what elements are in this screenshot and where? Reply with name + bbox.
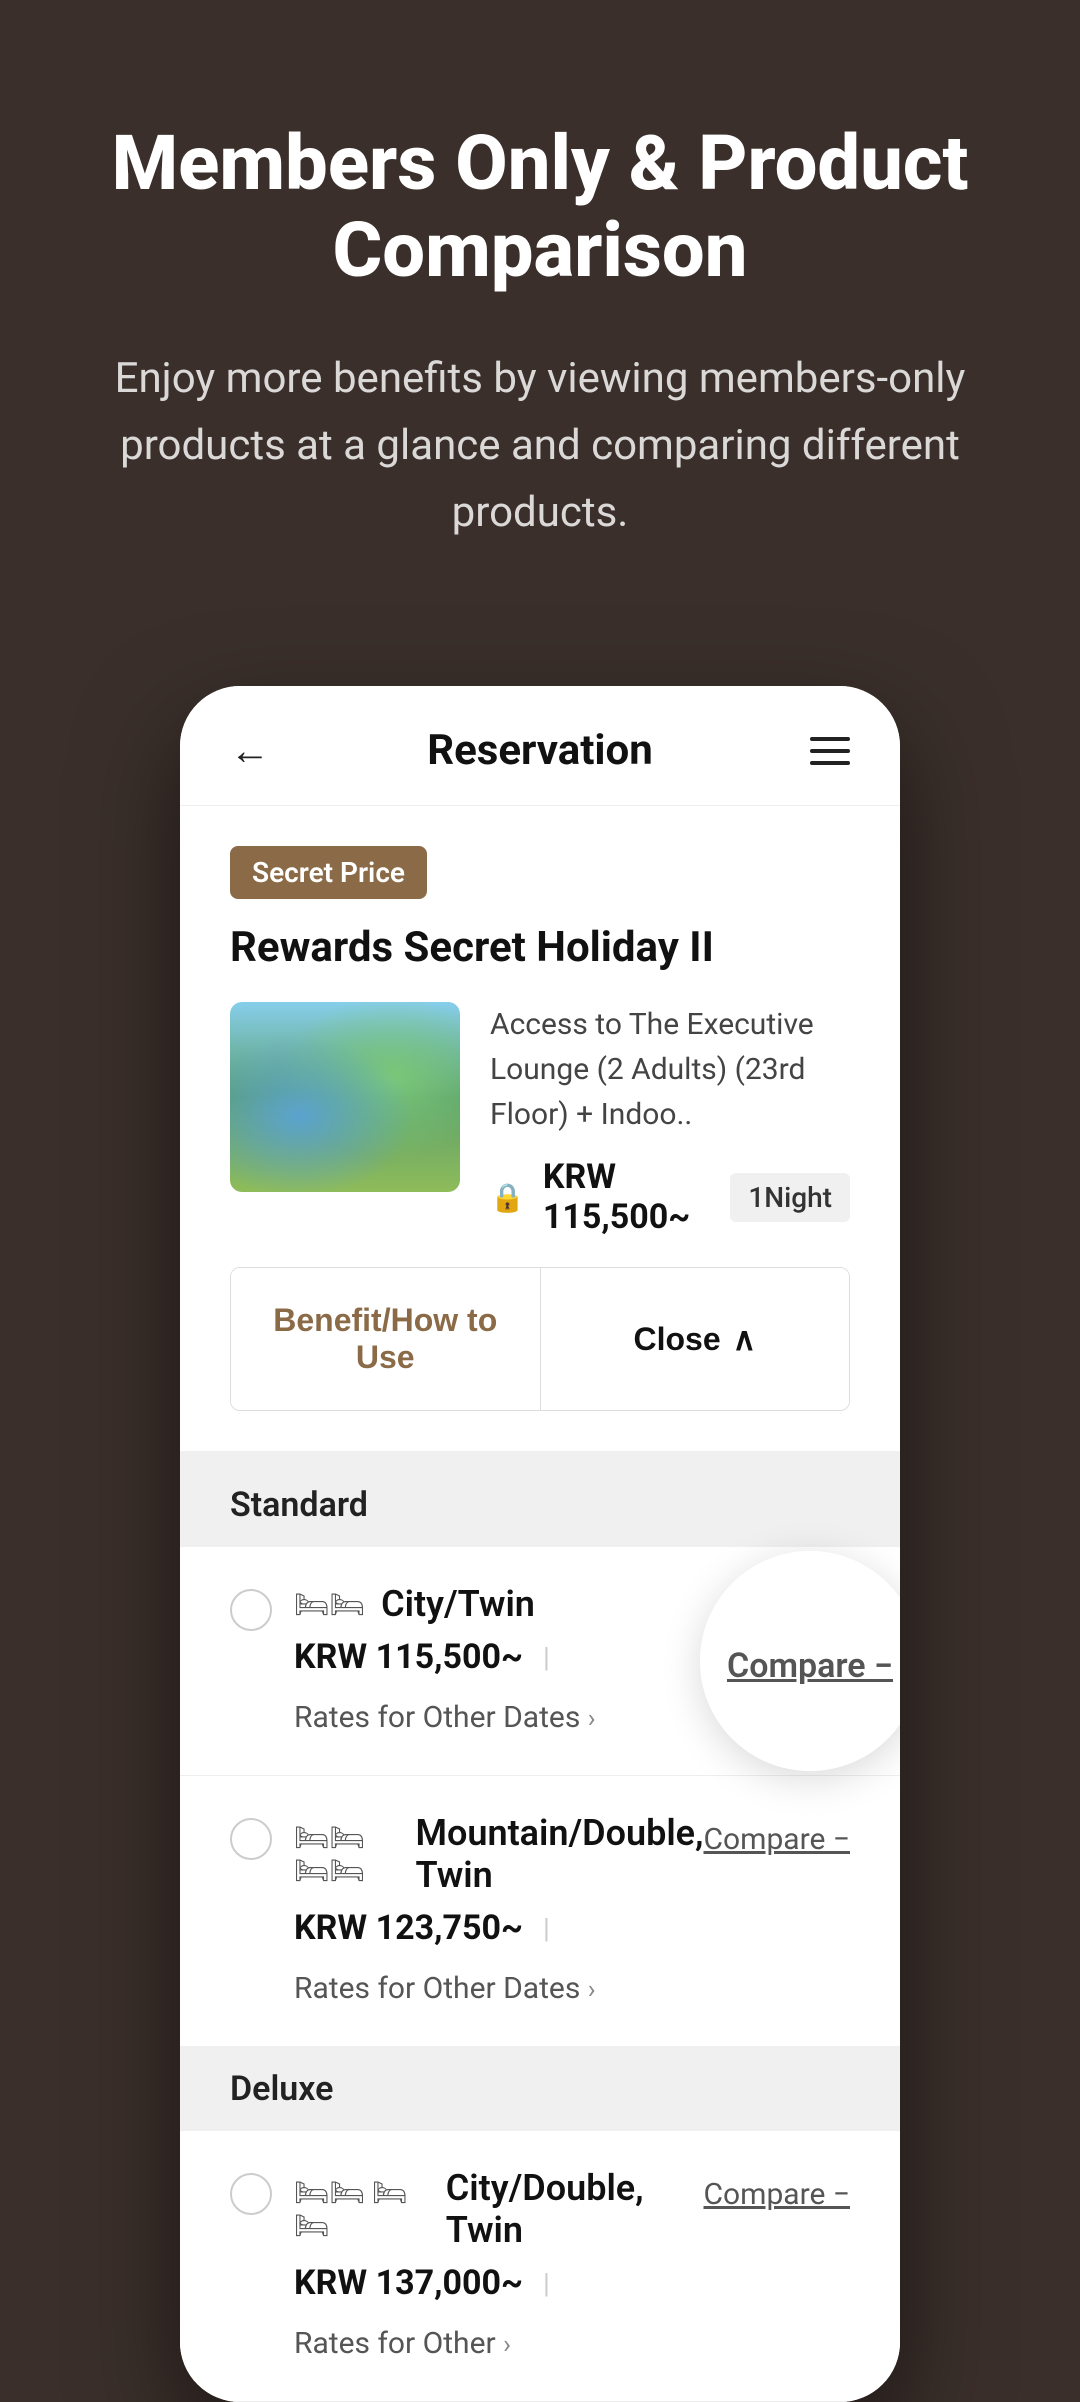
hero-section: Members Only & Product Comparison Enjoy … <box>0 0 1080 626</box>
chevron-right-icon: › <box>588 1975 596 2005</box>
benefit-button[interactable]: Benefit/How to Use <box>231 1268 540 1410</box>
room-price: KRW 123,750~ <box>294 1908 523 1948</box>
bed-icon: 🛏🛏 🛏🛏 <box>294 1821 400 1887</box>
divider: | <box>543 1641 550 1674</box>
room-name: City/Double, Twin <box>446 2167 704 2251</box>
room-price: KRW 115,500~ <box>294 1637 523 1677</box>
back-button[interactable]: ← <box>230 727 270 774</box>
price-row: 🔒 KRW 115,500~ 1Night <box>490 1157 850 1237</box>
night-badge: 1Night <box>730 1173 850 1222</box>
rooms-section: Standard 🛏🛏 City/Twin KRW 115,500~ | <box>180 1463 900 2402</box>
room-name: Mountain/Double, Twin <box>416 1812 704 1896</box>
phone-mockup: ← Reservation Secret Price Rewards Secre… <box>180 686 900 2402</box>
room-price-row: KRW 137,000~ | Rates for Other › <box>294 2263 704 2365</box>
room-info: 🛏🛏 🛏🛏 Mountain/Double, Twin KRW 123,750~… <box>294 1812 704 2010</box>
hero-title: Members Only & Product Comparison <box>80 120 1000 295</box>
phone-mockup-wrapper: ← Reservation Secret Price Rewards Secre… <box>0 626 1080 2402</box>
secret-price-badge: Secret Price <box>230 846 427 899</box>
room-price: KRW 137,000~ <box>294 2263 523 2303</box>
chevron-up-icon: ∧ <box>733 1320 756 1358</box>
room-price-row: KRW 123,750~ | Rates for Other Dates › <box>294 1908 704 2010</box>
divider: | <box>543 2267 550 2300</box>
section-header-standard: Standard <box>180 1463 900 1547</box>
product-details: Access to The Executive Lounge (2 Adults… <box>230 1002 850 1237</box>
room-type-row: 🛏🛏 🛏🛏 City/Double, Twin <box>294 2167 704 2251</box>
action-buttons: Benefit/How to Use Close ∧ <box>230 1267 850 1411</box>
chevron-right-icon: › <box>588 1704 596 1734</box>
room-item: 🛏🛏 🛏🛏 Mountain/Double, Twin KRW 123,750~… <box>180 1776 900 2047</box>
product-price: KRW 115,500~ <box>543 1157 712 1237</box>
product-info: Access to The Executive Lounge (2 Adults… <box>490 1002 850 1237</box>
compare-button[interactable]: Compare − <box>704 1822 851 1857</box>
close-label: Close <box>633 1321 720 1358</box>
bed-icon: 🛏🛏 🛏🛏 <box>294 2176 430 2242</box>
hamburger-line-3 <box>810 761 850 765</box>
chevron-right-icon: › <box>503 2330 511 2360</box>
room-item: 🛏🛏 City/Twin KRW 115,500~ | Rates for Ot… <box>180 1547 900 1776</box>
rates-link[interactable]: Rates for Other Dates › <box>294 1968 596 2010</box>
product-card: Secret Price Rewards Secret Holiday II A… <box>180 806 900 1463</box>
room-radio-3[interactable] <box>230 2173 272 2215</box>
compare-button-highlight[interactable]: Compare − <box>727 1646 893 1686</box>
room-name: City/Twin <box>381 1583 535 1625</box>
divider: | <box>543 1912 550 1945</box>
compare-button[interactable]: Compare − <box>704 2177 851 2212</box>
section-header-deluxe: Deluxe <box>180 2047 900 2131</box>
room-left: 🛏🛏 🛏🛏 Mountain/Double, Twin KRW 123,750~… <box>230 1812 704 2010</box>
rates-link[interactable]: Rates for Other Dates › <box>294 1697 596 1739</box>
hamburger-line-1 <box>810 737 850 741</box>
hero-subtitle: Enjoy more benefits by viewing members-o… <box>110 345 970 547</box>
room-radio-1[interactable] <box>230 1589 272 1631</box>
room-radio-2[interactable] <box>230 1818 272 1860</box>
menu-button[interactable] <box>810 737 850 765</box>
phone-header: ← Reservation <box>180 686 900 806</box>
page-title: Reservation <box>427 726 653 775</box>
room-type-row: 🛏🛏 🛏🛏 Mountain/Double, Twin <box>294 1812 704 1896</box>
rates-link[interactable]: Rates for Other › <box>294 2323 511 2365</box>
room-item: 🛏🛏 🛏🛏 City/Double, Twin KRW 137,000~ | R… <box>180 2131 900 2402</box>
close-button[interactable]: Close ∧ <box>540 1268 850 1410</box>
product-image-inner <box>230 1002 460 1192</box>
product-image <box>230 1002 460 1192</box>
room-info: 🛏🛏 🛏🛏 City/Double, Twin KRW 137,000~ | R… <box>294 2167 704 2365</box>
hamburger-line-2 <box>810 749 850 753</box>
room-left: 🛏🛏 🛏🛏 City/Double, Twin KRW 137,000~ | R… <box>230 2167 704 2365</box>
lock-icon: 🔒 <box>490 1181 525 1214</box>
bed-icon: 🛏🛏 <box>294 1588 365 1621</box>
product-description: Access to The Executive Lounge (2 Adults… <box>490 1002 850 1137</box>
product-title: Rewards Secret Holiday II <box>230 923 850 972</box>
